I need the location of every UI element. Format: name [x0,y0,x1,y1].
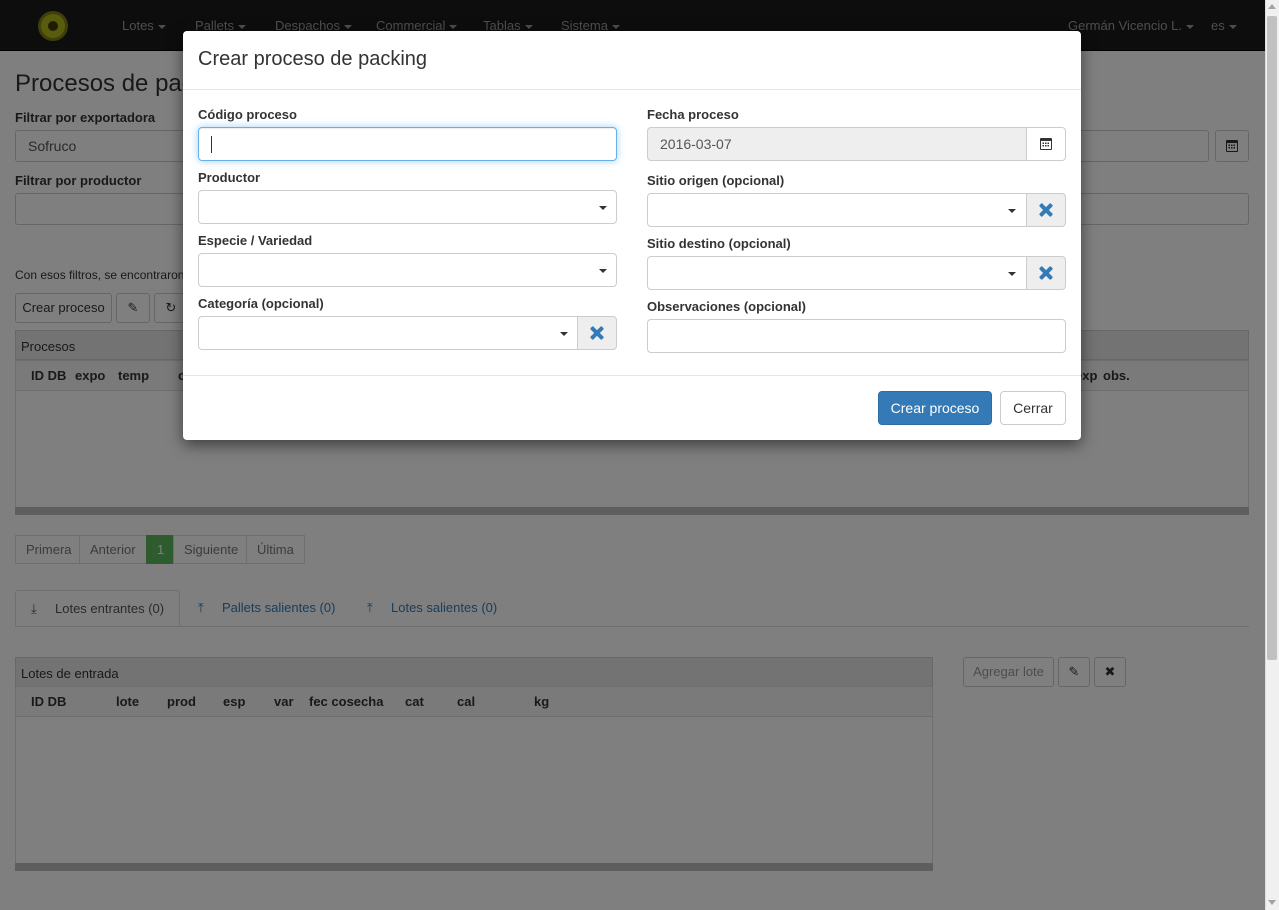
species-select[interactable] [198,253,617,287]
date-picker-button[interactable] [1026,127,1066,161]
modal-header-divider [183,89,1081,90]
submit-create-process-button[interactable]: Crear proceso [878,391,992,425]
chevron-down-icon [599,206,607,210]
scrollbar-thumb[interactable] [1267,16,1277,660]
origin-select[interactable] [647,193,1027,227]
destination-select[interactable] [647,256,1027,290]
origin-label: Sitio origen (opcional) [647,173,785,188]
close-icon [1039,266,1053,280]
category-label: Categoría (opcional) [198,296,324,311]
close-icon [1039,203,1053,217]
date-label: Fecha proceso [647,107,739,122]
destination-label: Sitio destino (opcional) [647,236,791,251]
chevron-down-icon [1008,272,1016,276]
scroll-down-arrow-icon[interactable] [1268,900,1276,905]
chevron-down-icon [599,269,607,273]
close-modal-button[interactable]: Cerrar [1000,391,1066,425]
scroll-up-arrow-icon[interactable] [1268,4,1276,9]
close-icon [590,326,604,340]
category-clear-button[interactable] [577,316,617,350]
species-label: Especie / Variedad [198,233,313,248]
chevron-down-icon [1008,209,1016,213]
producer-select[interactable] [198,190,617,224]
create-process-modal: Crear proceso de packing Código proceso … [183,31,1081,440]
origin-clear-button[interactable] [1026,193,1066,227]
modal-footer-divider [183,375,1081,376]
chevron-down-icon [560,332,568,336]
notes-label: Observaciones (opcional) [647,299,806,314]
category-select[interactable] [198,316,578,350]
code-label: Código proceso [198,107,297,122]
notes-input[interactable] [647,319,1066,353]
producer-label: Productor [198,170,261,185]
text-cursor [211,136,212,153]
code-input[interactable] [198,127,617,161]
modal-title: Crear proceso de packing [198,48,428,70]
destination-clear-button[interactable] [1026,256,1066,290]
date-input: 2016-03-07 [647,127,1027,161]
calendar-icon [1040,138,1052,150]
